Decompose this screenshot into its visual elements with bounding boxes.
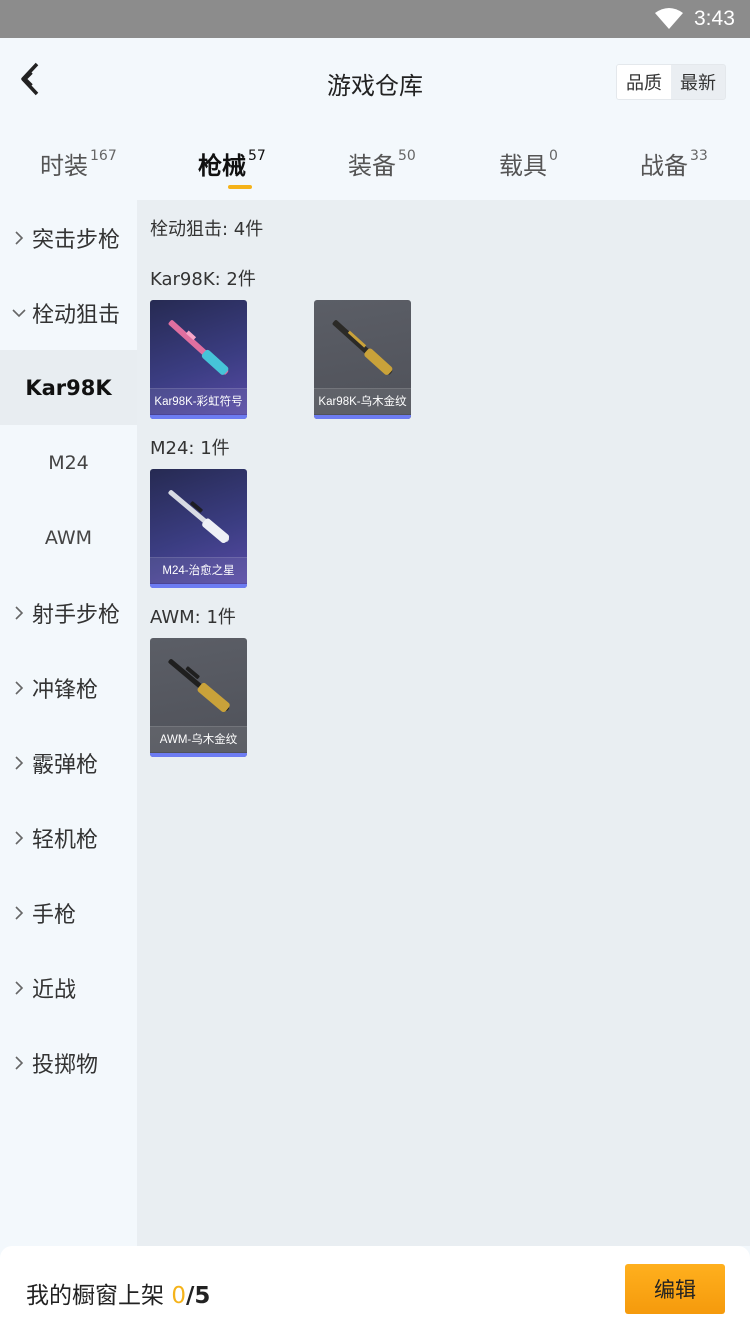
sort-quality-button[interactable]: 品质	[617, 65, 671, 99]
card-quality-bar	[150, 753, 247, 757]
chevron-right-icon	[12, 605, 26, 620]
card-quality-bar	[150, 415, 247, 419]
rifle-skin-icon	[332, 320, 393, 375]
tab-count: 0	[549, 148, 558, 164]
sidebar-item-label: 近战	[32, 977, 77, 1003]
tab-label: 载具	[499, 152, 547, 180]
sidebar-item-label: 手枪	[32, 902, 77, 928]
tab-equipment[interactable]: 装备 50	[348, 146, 416, 200]
sidebar-item-smgs[interactable]: 冲锋枪	[0, 650, 137, 725]
chevron-right-icon	[12, 230, 26, 245]
showcase-max-count: 5	[194, 1283, 211, 1309]
rifle-skin-icon	[168, 490, 230, 544]
sidebar-item-marksman-rifles[interactable]: 射手步枪	[0, 575, 137, 650]
chevron-right-icon	[12, 1055, 26, 1070]
skin-card[interactable]: M24-治愈之星	[150, 469, 247, 588]
sidebar-item-label: M24	[48, 451, 89, 474]
sidebar-item-label: AWM	[44, 526, 93, 549]
card-quality-bar	[314, 415, 411, 419]
app-header: 游戏仓库 品质 最新	[0, 38, 750, 130]
sidebar-item-label: 冲锋枪	[32, 677, 99, 703]
inventory-content: 栓动狙击: 4件 Kar98K: 2件 Kar98K-彩虹符号 Kar98K-乌…	[137, 200, 750, 1246]
rifle-skin-icon	[168, 320, 229, 375]
sidebar-item-lmgs[interactable]: 轻机枪	[0, 800, 137, 875]
edit-button[interactable]: 编辑	[625, 1264, 725, 1314]
sidebar-item-label: 突击步枪	[32, 227, 121, 253]
sidebar-item-pistols[interactable]: 手枪	[0, 875, 137, 950]
chevron-right-icon	[12, 905, 26, 920]
category-summary: 栓动狙击: 4件	[150, 219, 264, 240]
status-time: 3:43	[694, 7, 735, 30]
group-title: M24: 1件	[150, 438, 230, 459]
chevron-down-icon	[12, 306, 26, 320]
rifle-skin-icon	[168, 659, 230, 713]
skin-name: M24-治愈之星	[150, 557, 247, 583]
tab-label: 时装	[40, 152, 88, 180]
skin-name: AWM-乌木金纹	[150, 726, 247, 752]
showcase-bar: 我的橱窗上架 0/5 编辑	[0, 1246, 750, 1333]
group-title: Kar98K: 2件	[150, 269, 256, 290]
skin-card[interactable]: Kar98K-乌木金纹	[314, 300, 411, 419]
showcase-current-count: 0	[171, 1283, 186, 1309]
tab-label: 战备	[640, 152, 688, 180]
wifi-icon	[654, 8, 684, 30]
showcase-status: 我的橱窗上架 0/5	[26, 1276, 210, 1310]
group-title: AWM: 1件	[150, 607, 236, 628]
tab-firearms[interactable]: 枪械 57	[198, 146, 266, 200]
tab-count: 33	[690, 148, 708, 164]
tab-count: 167	[90, 148, 117, 164]
sidebar-subitem-kar98k[interactable]: Kar98K	[0, 350, 137, 425]
tab-label: 装备	[348, 152, 396, 180]
sort-toggle: 品质 最新	[616, 64, 726, 100]
sidebar-item-throwables[interactable]: 投掷物	[0, 1025, 137, 1100]
sidebar-item-label: 轻机枪	[32, 827, 99, 853]
skin-name: Kar98K-乌木金纹	[314, 388, 411, 414]
sidebar-item-label: 射手步枪	[32, 602, 121, 628]
weapon-category-sidebar: 突击步枪 栓动狙击 Kar98K M24 AWM 射手步枪 冲锋枪 霰弹枪 轻机…	[0, 200, 137, 1246]
tab-fashion[interactable]: 时装 167	[40, 146, 117, 200]
sort-newest-button[interactable]: 最新	[671, 65, 725, 99]
skin-card[interactable]: Kar98K-彩虹符号	[150, 300, 247, 419]
sidebar-item-label: Kar98K	[25, 375, 112, 400]
sidebar-item-label: 霰弹枪	[32, 752, 99, 778]
active-tab-indicator	[228, 185, 252, 189]
sidebar-item-label: 投掷物	[32, 1052, 99, 1078]
tab-count: 57	[248, 148, 266, 164]
sidebar-item-bolt-action-snipers[interactable]: 栓动狙击	[0, 275, 137, 350]
sidebar-item-assault-rifles[interactable]: 突击步枪	[0, 200, 137, 275]
card-quality-bar	[150, 584, 247, 588]
sidebar-item-shotguns[interactable]: 霰弹枪	[0, 725, 137, 800]
chevron-right-icon	[12, 680, 26, 695]
chevron-right-icon	[12, 830, 26, 845]
chevron-right-icon	[12, 755, 26, 770]
sidebar-subitem-awm[interactable]: AWM	[0, 500, 137, 575]
tab-count: 50	[398, 148, 416, 164]
chevron-right-icon	[12, 980, 26, 995]
sidebar-item-melee[interactable]: 近战	[0, 950, 137, 1025]
category-tabs: 时装 167 枪械 57 装备 50 载具 0 战备 33	[0, 130, 750, 200]
skin-card[interactable]: AWM-乌木金纹	[150, 638, 247, 757]
tab-gear[interactable]: 战备 33	[640, 146, 708, 200]
sidebar-item-label: 栓动狙击	[32, 302, 121, 328]
skin-name: Kar98K-彩虹符号	[150, 388, 247, 414]
tab-vehicles[interactable]: 载具 0	[499, 146, 558, 200]
showcase-label: 我的橱窗上架	[26, 1283, 164, 1309]
tab-label: 枪械	[198, 152, 246, 180]
sidebar-subitem-m24[interactable]: M24	[0, 425, 137, 500]
status-bar: 3:43	[0, 0, 750, 38]
